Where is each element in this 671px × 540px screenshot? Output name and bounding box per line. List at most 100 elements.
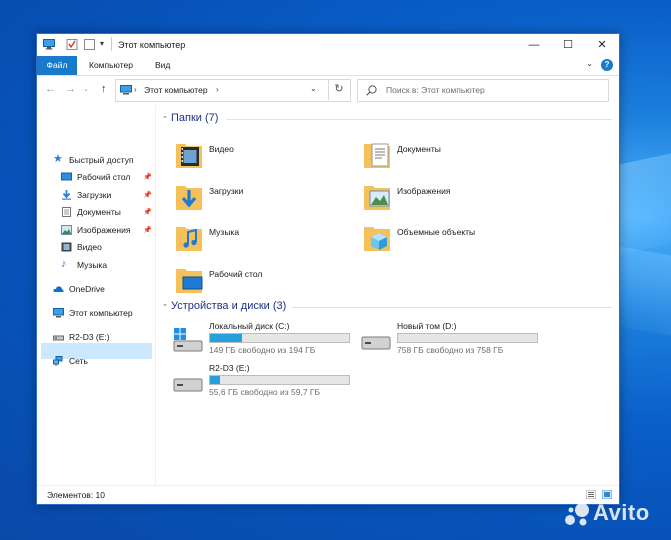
nav-this-pc[interactable]: Этот компьютер: [53, 306, 153, 321]
folder-music[interactable]: Музыка: [175, 219, 355, 257]
drive-usage-bar: [209, 333, 350, 343]
collapse-group-icon[interactable]: ⌃: [162, 303, 168, 311]
nav-label: Этот компьютер: [69, 308, 133, 318]
nav-drive-e[interactable]: R2-D3 (E:): [53, 330, 153, 345]
windows-drive-icon: [173, 328, 203, 352]
ribbon-expand-icon[interactable]: ⌄: [586, 59, 593, 68]
collapse-group-icon[interactable]: ⌃: [162, 115, 168, 123]
new-folder-icon[interactable]: [84, 39, 96, 50]
pin-icon[interactable]: 📌: [143, 170, 152, 185]
help-button[interactable]: ?: [601, 59, 613, 71]
group-divider: [226, 119, 612, 120]
nav-label: R2-D3 (E:): [69, 332, 110, 342]
pin-icon[interactable]: 📌: [143, 188, 152, 203]
nav-label: Рабочий стол: [77, 172, 131, 182]
recent-locations-icon[interactable]: ⌄: [83, 85, 89, 93]
pictures-icon: [61, 225, 72, 235]
drive-usage-fill: [210, 334, 242, 342]
drive-free-space: 758 ГБ свободно из 758 ГБ: [397, 345, 504, 355]
this-pc-icon: [120, 85, 132, 95]
folder-name: Документы: [397, 144, 441, 154]
folder-pictures[interactable]: Изображения: [363, 178, 543, 216]
group-header-drives[interactable]: Устройства и диски (3): [171, 300, 286, 312]
avito-watermark: Avito: [593, 500, 650, 525]
nav-quick-access[interactable]: ★ Быстрый доступ: [53, 153, 153, 168]
close-button[interactable]: ✕: [585, 34, 619, 56]
nav-videos[interactable]: Видео: [61, 240, 161, 255]
address-bar[interactable]: › Этот компьютер › ⌄: [115, 79, 351, 102]
details-view-icon[interactable]: [586, 490, 596, 499]
refresh-button[interactable]: ↻: [328, 79, 349, 100]
folder-downloads[interactable]: Загрузки: [175, 178, 355, 216]
drive-e[interactable]: R2-D3 (E:) 55,6 ГБ свободно из 59,7 ГБ: [173, 363, 373, 403]
3d-objects-folder-icon: [364, 227, 390, 251]
maximize-button[interactable]: ☐: [551, 34, 585, 56]
nav-label: OneDrive: [69, 284, 105, 294]
folder-name: Рабочий стол: [209, 269, 263, 279]
drive-usage-bar: [397, 333, 538, 343]
breadcrumb-this-pc[interactable]: Этот компьютер: [144, 85, 208, 95]
minimize-button[interactable]: —: [517, 34, 551, 56]
folder-name: Объемные объекты: [397, 227, 476, 237]
pin-icon[interactable]: 📌: [143, 205, 152, 220]
nav-network[interactable]: Сеть: [53, 354, 153, 369]
drive-free-space: 55,6 ГБ свободно из 59,7 ГБ: [209, 387, 321, 397]
music-icon: ♪: [61, 258, 67, 270]
nav-label: Изображения: [77, 225, 131, 235]
avito-logo-icon: [565, 503, 589, 526]
network-icon: [53, 356, 63, 366]
back-icon[interactable]: ←: [45, 83, 56, 95]
folder-videos[interactable]: Видео: [175, 136, 355, 174]
breadcrumb-separator[interactable]: ›: [216, 85, 219, 94]
nav-desktop[interactable]: Рабочий стол 📌: [61, 170, 161, 185]
downloads-folder-icon: [176, 186, 202, 210]
star-icon: ★: [53, 153, 63, 165]
folder-3d-objects[interactable]: Объемные объекты: [363, 219, 543, 257]
navigation-pane: ★ Быстрый доступ Рабочий стол 📌 Загрузки…: [37, 105, 156, 485]
this-pc-icon: [43, 39, 55, 50]
drive-usage-bar: [209, 375, 350, 385]
nav-music[interactable]: ♪ Музыка: [61, 258, 161, 273]
search-box[interactable]: Поиск в: Этот компьютер: [357, 79, 609, 102]
folder-name: Видео: [209, 144, 234, 154]
this-pc-icon: [53, 308, 64, 318]
nav-label: Быстрый доступ: [69, 155, 134, 165]
nav-label: Видео: [77, 242, 102, 252]
large-icons-view-icon[interactable]: [602, 490, 612, 499]
hard-drive-icon: [361, 336, 391, 350]
tab-file[interactable]: Файл: [37, 56, 77, 75]
nav-onedrive[interactable]: OneDrive: [53, 282, 153, 297]
title-divider: [111, 37, 112, 51]
pin-icon[interactable]: 📌: [143, 223, 152, 238]
nav-pictures[interactable]: Изображения 📌: [61, 223, 161, 238]
forward-icon[interactable]: →: [65, 83, 76, 95]
nav-label: Загрузки: [77, 190, 112, 200]
breadcrumb-separator[interactable]: ›: [134, 85, 137, 94]
folder-name: Изображения: [397, 186, 451, 196]
folder-name: Музыка: [209, 227, 240, 237]
pictures-folder-icon: [364, 186, 390, 210]
desktop-folder-icon: [176, 269, 203, 293]
properties-icon[interactable]: [66, 39, 78, 50]
tab-computer[interactable]: Компьютер: [89, 60, 133, 70]
video-folder-icon: [176, 144, 202, 168]
onedrive-icon: [53, 286, 64, 292]
drive-d[interactable]: Новый том (D:) 758 ГБ свободно из 758 ГБ: [361, 321, 561, 361]
documents-folder-icon: [364, 143, 390, 168]
group-divider: [292, 307, 612, 308]
up-icon[interactable]: ↑: [101, 83, 107, 95]
folder-documents[interactable]: Документы: [363, 136, 543, 174]
nav-downloads[interactable]: Загрузки 📌: [61, 188, 161, 203]
drive-usage-fill: [210, 376, 220, 384]
address-dropdown-icon[interactable]: ⌄: [310, 84, 317, 93]
window-title: Этот компьютер: [118, 40, 186, 50]
customize-toolbar-icon[interactable]: ▾: [100, 39, 104, 48]
tab-view[interactable]: Вид: [155, 60, 170, 70]
drive-c[interactable]: Локальный диск (C:) 149 ГБ свободно из 1…: [173, 321, 373, 361]
nav-label: Документы: [77, 207, 121, 217]
nav-label: Сеть: [69, 356, 88, 366]
status-bar: Элементов: 10: [37, 485, 619, 504]
group-header-folders[interactable]: Папки (7): [171, 112, 218, 124]
folder-desktop[interactable]: Рабочий стол: [175, 261, 355, 299]
nav-documents[interactable]: Документы 📌: [61, 205, 161, 220]
